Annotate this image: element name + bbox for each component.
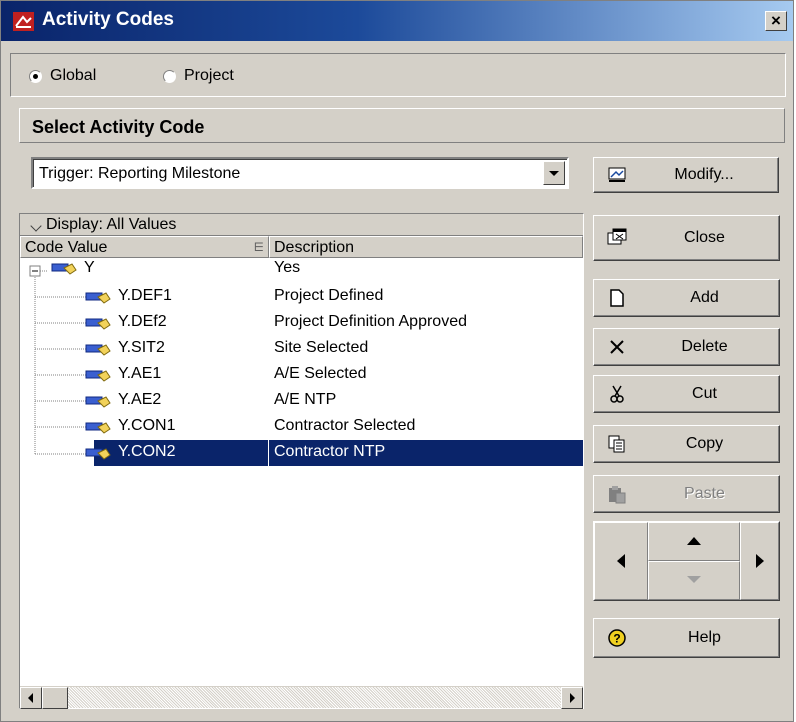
help-icon: ? <box>608 629 626 647</box>
code-value: Y.DEf2 <box>118 313 167 330</box>
scroll-right-button[interactable] <box>561 687 583 709</box>
scroll-left-button[interactable] <box>20 687 42 709</box>
list-item[interactable]: Y.DEF1 Project Defined <box>20 284 583 310</box>
code-description: Yes <box>274 259 301 276</box>
arrow-right-icon <box>756 554 764 568</box>
column-header-description[interactable]: Description <box>269 236 583 258</box>
new-document-icon <box>610 289 624 307</box>
code-node-icon <box>85 448 111 460</box>
activity-code-dropdown-value: Trigger: Reporting Milestone <box>39 165 241 182</box>
modify-button[interactable]: Modify... <box>593 157 779 193</box>
arrow-left-icon <box>28 693 33 703</box>
cut-button-label: Cut <box>692 385 717 402</box>
radio-project-label: Project <box>184 67 234 84</box>
activity-codes-dialog: Activity Codes × Global Project Select A… <box>0 0 794 722</box>
arrow-up-icon <box>687 537 701 545</box>
delete-button[interactable]: Delete <box>593 328 780 366</box>
move-up-button[interactable] <box>648 522 740 561</box>
radio-global-label: Global <box>50 67 97 84</box>
radio-global-indicator[interactable] <box>29 69 42 83</box>
list-item[interactable]: Y.SIT2 Site Selected <box>20 336 583 362</box>
svg-text:?: ? <box>613 632 620 646</box>
code-node-icon <box>85 370 111 382</box>
radio-project-indicator[interactable] <box>163 69 176 83</box>
column-sort-icon: ⋿ <box>253 240 264 254</box>
column-header-description-label: Description <box>274 239 355 256</box>
code-node-icon <box>85 396 111 408</box>
list-item[interactable]: Y.CON1 Contractor Selected <box>20 414 583 440</box>
code-description: Project Defined <box>274 287 384 304</box>
dropdown-arrow-icon[interactable] <box>543 161 565 185</box>
column-divider <box>268 440 269 466</box>
arrow-left-icon <box>617 554 625 568</box>
radio-project[interactable]: Project <box>163 67 234 85</box>
help-button[interactable]: ? Help <box>593 618 780 658</box>
column-header-code-value-label: Code Value <box>25 239 108 256</box>
column-headers: Code Value ⋿ Description <box>20 236 583 258</box>
move-down-button[interactable] <box>648 561 740 600</box>
code-description: Site Selected <box>274 339 369 356</box>
title-bar[interactable]: Activity Codes × <box>1 1 793 41</box>
radio-global[interactable]: Global <box>29 67 96 85</box>
code-node-icon <box>85 344 111 356</box>
chevron-down-icon <box>30 220 42 232</box>
paste-button[interactable]: Paste <box>593 475 780 513</box>
list-item[interactable]: Y.DEf2 Project Definition Approved <box>20 310 583 336</box>
column-header-code-value[interactable]: Code Value ⋿ <box>20 236 269 258</box>
list-item-selected[interactable]: Y.CON2 Contractor NTP <box>20 440 583 466</box>
delete-x-icon <box>610 340 624 354</box>
code-node-icon <box>85 292 111 304</box>
code-value: Y.SIT2 <box>118 339 165 356</box>
code-node-icon <box>85 318 111 330</box>
scroll-thumb[interactable] <box>42 687 68 709</box>
window-close-button[interactable]: × <box>765 11 787 31</box>
copy-button[interactable]: Copy <box>593 425 780 463</box>
code-value: Y.AE1 <box>118 365 162 382</box>
arrow-right-icon <box>570 693 575 703</box>
code-value: Y.DEF1 <box>118 287 172 304</box>
paste-icon <box>609 486 626 504</box>
code-values-list[interactable]: Display: All Values Code Value ⋿ Descrip… <box>19 213 584 709</box>
section-title: Select Activity Code <box>19 108 785 143</box>
list-item[interactable]: Y Yes <box>20 258 583 284</box>
add-button-label: Add <box>690 289 719 306</box>
horizontal-scrollbar[interactable] <box>20 686 583 709</box>
code-node-icon <box>51 263 77 275</box>
activity-code-dropdown[interactable]: Trigger: Reporting Milestone <box>31 157 569 189</box>
scissors-icon <box>610 385 624 403</box>
add-button[interactable]: Add <box>593 279 780 317</box>
delete-button-label: Delete <box>681 338 728 355</box>
code-value: Y.AE2 <box>118 391 162 408</box>
display-filter-bar[interactable]: Display: All Values <box>20 214 583 236</box>
window-title: Activity Codes <box>42 9 174 30</box>
code-description: A/E Selected <box>274 365 367 382</box>
code-node-icon <box>85 422 111 434</box>
move-left-button[interactable] <box>594 522 648 600</box>
list-item[interactable]: Y.AE2 A/E NTP <box>20 388 583 414</box>
code-value: Y <box>84 259 95 276</box>
scope-radio-group: Global Project <box>10 53 786 97</box>
display-filter-label: Display: All Values <box>46 216 177 233</box>
close-button-label: Close <box>684 229 725 246</box>
move-right-button[interactable] <box>740 522 779 600</box>
code-value: Y.CON2 <box>118 443 176 460</box>
code-description: Project Definition Approved <box>274 313 467 330</box>
arrow-down-icon <box>687 576 701 583</box>
code-description: A/E NTP <box>274 391 337 408</box>
code-description: Contractor NTP <box>274 443 386 460</box>
code-description: Contractor Selected <box>274 417 416 434</box>
close-button[interactable]: Close <box>593 215 780 261</box>
code-value: Y.CON1 <box>118 417 176 434</box>
move-arrows-group <box>593 521 780 601</box>
modify-button-label: Modify... <box>674 166 734 183</box>
modify-icon <box>608 167 626 182</box>
help-button-label: Help <box>688 629 721 646</box>
copy-icon <box>608 435 625 453</box>
cut-button[interactable]: Cut <box>593 375 780 413</box>
close-window-icon <box>607 228 627 245</box>
list-item[interactable]: Y.AE1 A/E Selected <box>20 362 583 388</box>
copy-button-label: Copy <box>685 435 724 452</box>
activity-codes-app-icon <box>13 12 34 31</box>
paste-button-label: Paste <box>684 485 725 502</box>
